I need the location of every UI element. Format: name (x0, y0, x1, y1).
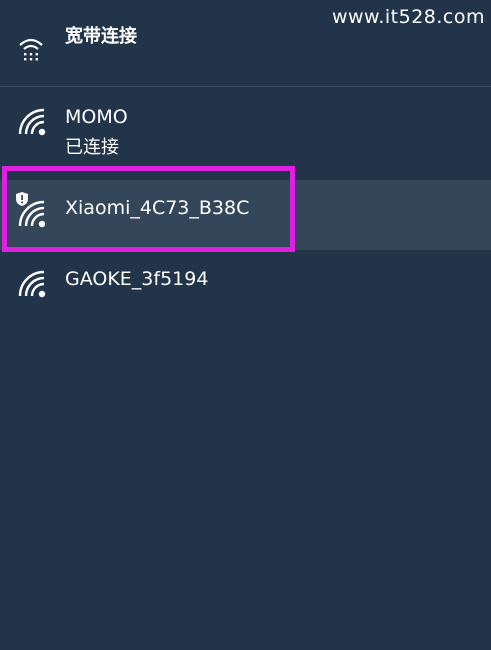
broadband-label: 宽带连接 (65, 26, 137, 47)
dialup-icon (19, 38, 43, 61)
network-flyout: www.it528.com 宽带连接 MOMO 已连接 Xiaomi_4C73_… (0, 0, 491, 650)
broadband-connection-item[interactable]: 宽带连接 (0, 0, 491, 86)
wifi-icon (18, 270, 46, 298)
network-item-momo[interactable]: MOMO 已连接 (0, 100, 491, 166)
network-name: MOMO (65, 106, 128, 128)
wifi-icon (18, 108, 46, 136)
network-item-gaoke[interactable]: GAOKE_3f5194 (0, 258, 491, 308)
network-status: 已连接 (65, 137, 119, 158)
divider (0, 86, 491, 87)
network-name: GAOKE_3f5194 (65, 268, 209, 290)
highlight-box (2, 166, 295, 252)
